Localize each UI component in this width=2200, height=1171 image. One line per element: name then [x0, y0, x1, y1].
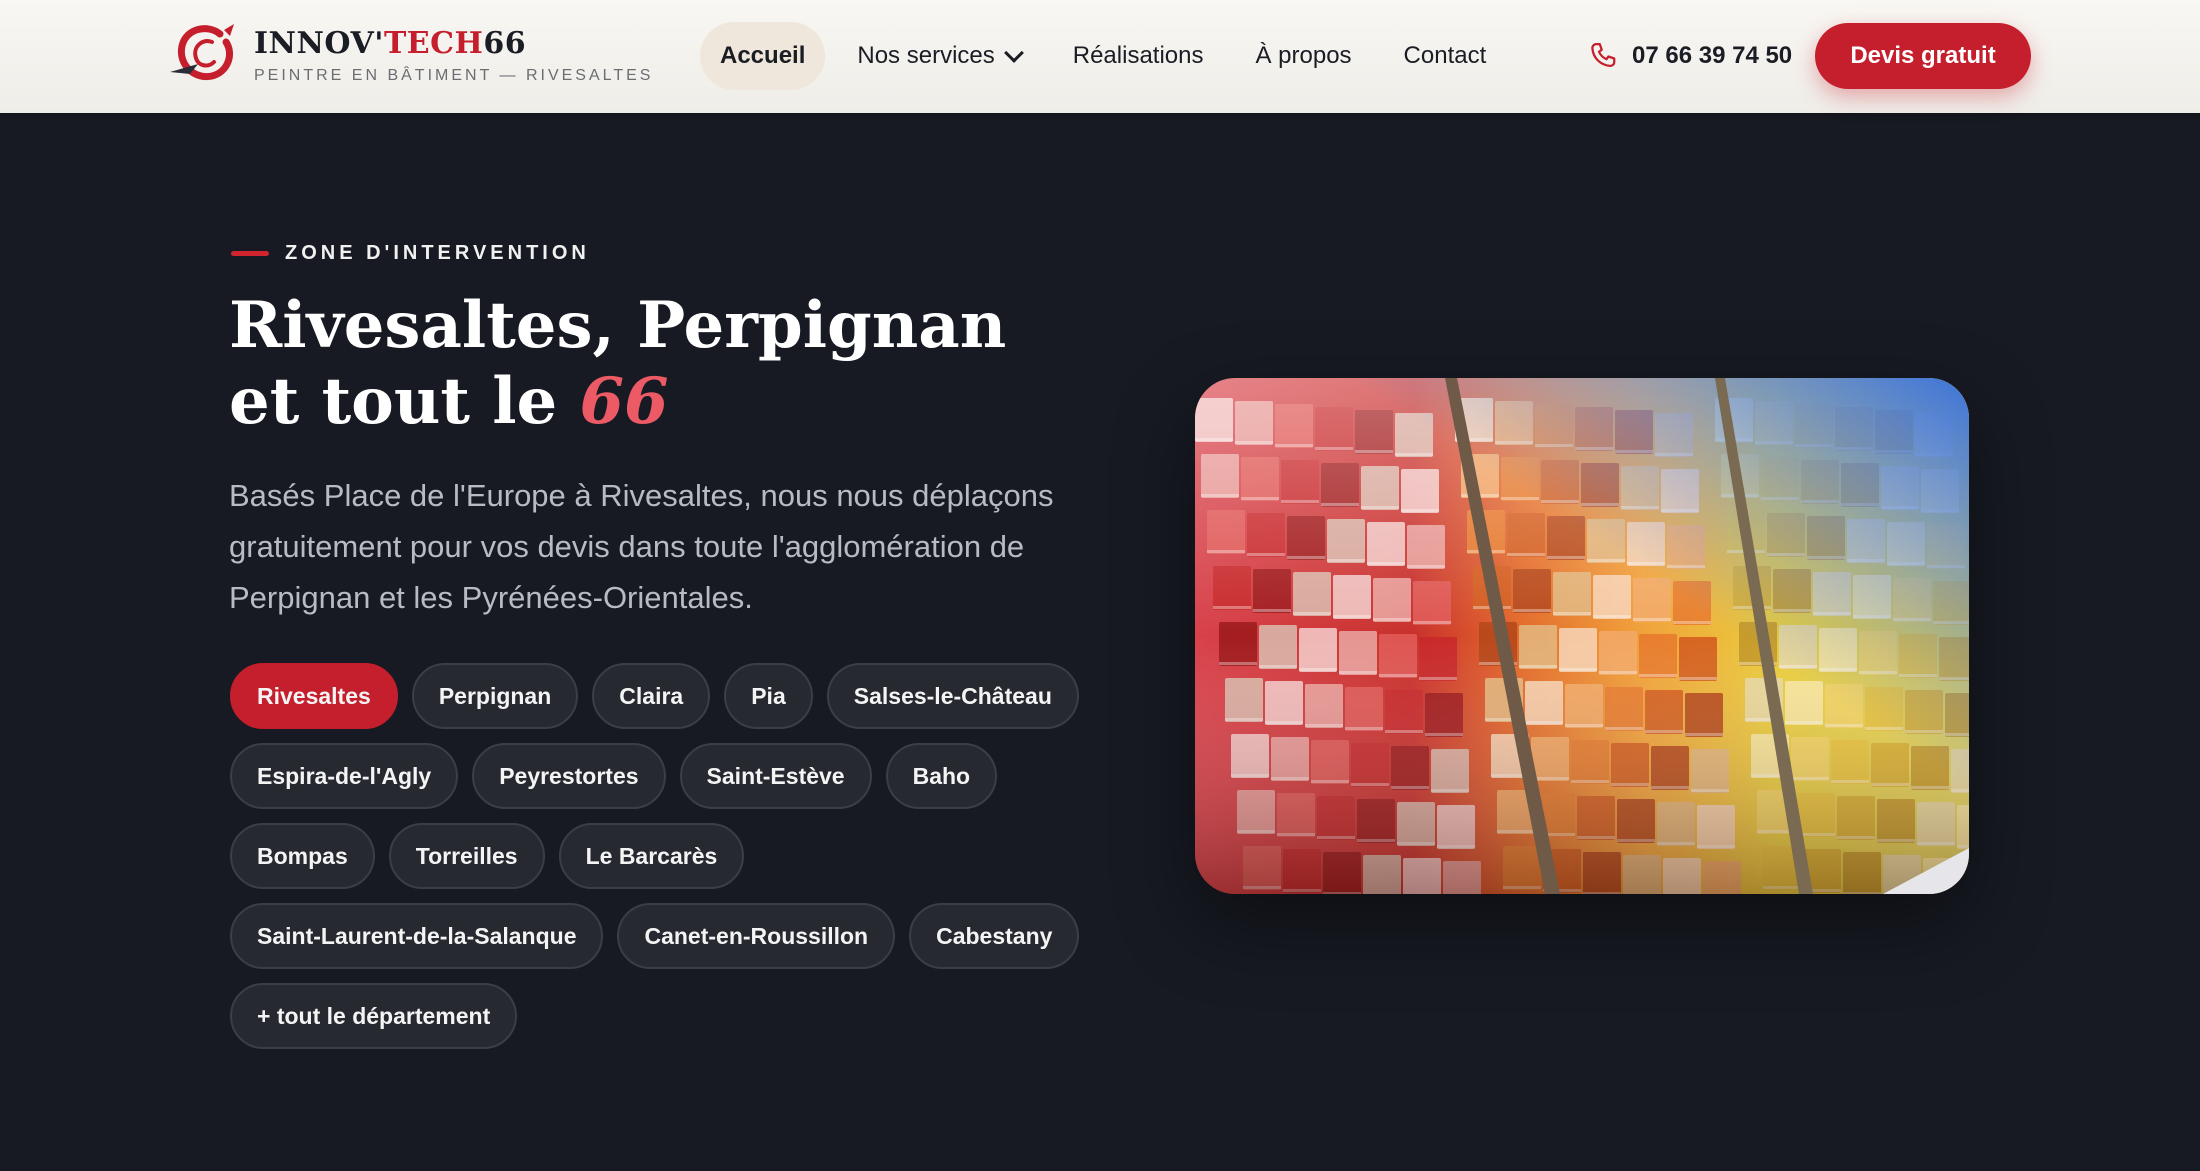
site-header: INNOV'TECH66 PEINTRE EN BÂTIMENT — RIVES…: [0, 0, 2200, 113]
town-chip[interactable]: Saint-Estève: [679, 743, 872, 809]
nav-item-a-propos[interactable]: À propos: [1235, 22, 1371, 90]
town-chip[interactable]: Saint-Laurent-de-la-Salanque: [230, 903, 604, 969]
logo-brush-icon: [170, 24, 234, 81]
hero-title-line1: Rivesaltes, Perpignan: [229, 288, 1007, 363]
town-chip[interactable]: Le Barcarès: [558, 823, 745, 889]
nav-item-realisations[interactable]: Réalisations: [1053, 22, 1224, 90]
eyebrow-text: ZONE D'INTERVENTION: [285, 242, 590, 264]
paint-swatch-image: [1195, 378, 1969, 894]
brand-tagline: PEINTRE EN BÂTIMENT — RIVESALTES: [254, 67, 654, 84]
hero-title-highlight: 66: [579, 364, 669, 439]
logo[interactable]: INNOV'TECH66 PEINTRE EN BÂTIMENT — RIVES…: [168, 20, 653, 90]
hero-lead: Basés Place de l'Europe à Rivesaltes, no…: [229, 478, 1054, 615]
eyebrow: ZONE D'INTERVENTION: [231, 242, 590, 265]
town-chip[interactable]: Canet-en-Roussillon: [617, 903, 896, 969]
town-chip[interactable]: Espira-de-l'Agly: [230, 743, 459, 809]
town-chip[interactable]: Pia: [724, 663, 813, 729]
chevron-down-icon: [1003, 43, 1024, 63]
town-chip[interactable]: Peyrestortes: [472, 743, 666, 809]
town-chip[interactable]: Bompas: [230, 823, 375, 889]
nav-item-services[interactable]: Nos services: [837, 22, 1040, 90]
town-chip[interactable]: Baho: [885, 743, 998, 809]
phone-link[interactable]: 07 66 39 74 50: [1588, 22, 1792, 90]
hero-title: Rivesaltes, Perpignan et tout le 66: [229, 288, 1006, 440]
nav-item-contact[interactable]: Contact: [1384, 22, 1507, 90]
nav-item-accueil[interactable]: Accueil: [700, 22, 826, 90]
phone-number: 07 66 39 74 50: [1632, 42, 1793, 69]
town-chip[interactable]: Rivesaltes: [230, 663, 398, 729]
phone-icon: [1591, 43, 1616, 67]
paint-swatch-photo: [1195, 378, 1969, 894]
quote-button[interactable]: Devis gratuit: [1815, 23, 2031, 89]
town-chip-list: Rivesaltes Perpignan Claira Pia Salses-l…: [230, 663, 1110, 1063]
brand-name: INNOV'TECH66: [254, 26, 527, 61]
town-chip[interactable]: Perpignan: [411, 663, 579, 729]
town-chip[interactable]: Claira: [592, 663, 711, 729]
main-nav: Accueil Nos services Réalisations À prop…: [700, 22, 1518, 90]
hero-title-line2: et tout le 66: [229, 364, 669, 439]
town-chip-all-department[interactable]: + tout le département: [230, 983, 518, 1049]
nav-item-label: Nos services: [857, 42, 995, 69]
town-chip[interactable]: Salses-le-Château: [826, 663, 1079, 729]
town-chip[interactable]: Cabestany: [909, 903, 1080, 969]
eyebrow-accent-line: [231, 251, 269, 256]
town-chip[interactable]: Torreilles: [388, 823, 545, 889]
